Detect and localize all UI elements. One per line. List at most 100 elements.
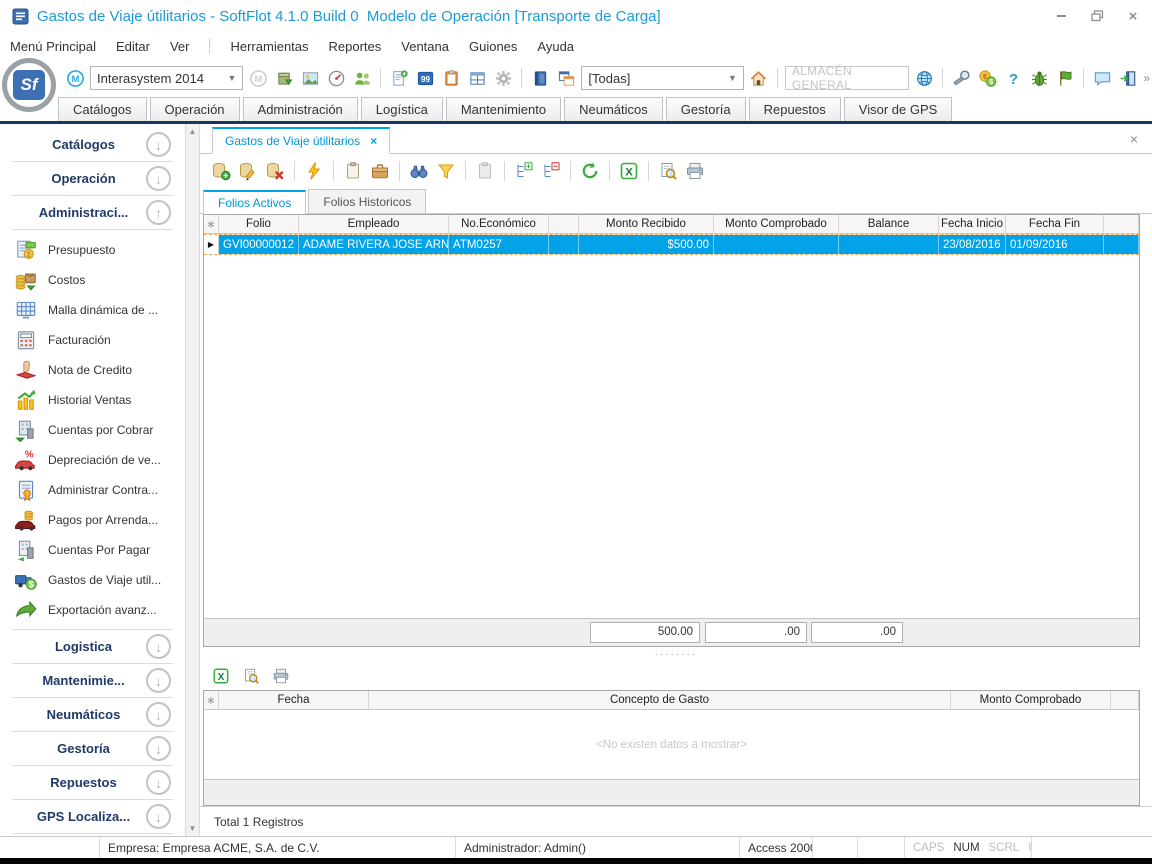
- cell-monto-comprobado[interactable]: [714, 235, 839, 254]
- sidebar-section-repuestos[interactable]: Repuestos ↓: [12, 766, 173, 800]
- excel-icon[interactable]: X: [210, 665, 232, 687]
- cell-balance[interactable]: [839, 235, 939, 254]
- help-icon[interactable]: ?: [1002, 67, 1024, 89]
- header-monto-comprobado[interactable]: Monto Comprobado: [951, 691, 1111, 710]
- collapse-arrow-icon[interactable]: ↓: [146, 804, 171, 829]
- sidebar-item-historial-ventas[interactable]: Historial Ventas: [12, 385, 173, 415]
- sidebar-item-presupuesto[interactable]: 1Presupuesto: [12, 235, 173, 265]
- module-icon[interactable]: M: [64, 67, 86, 89]
- header-empleado[interactable]: Empleado: [299, 215, 449, 234]
- header-fecha-inicio[interactable]: Fecha Inicio: [939, 215, 1006, 234]
- tab-visor-gps[interactable]: Visor de GPS: [844, 97, 953, 121]
- sidebar-section-neumaticos[interactable]: Neumáticos ↓: [12, 698, 173, 732]
- header-folio[interactable]: Folio: [219, 215, 299, 234]
- print-preview-icon[interactable]: [240, 665, 262, 687]
- picture-icon[interactable]: [299, 67, 321, 89]
- cell-fecha-inicio[interactable]: 23/08/2016: [939, 235, 1006, 254]
- sidebar-item-pagos-arrendamiento[interactable]: Pagos por Arrenda...: [12, 505, 173, 535]
- edit-record-icon[interactable]: [237, 160, 259, 182]
- collapse-arrow-icon[interactable]: ↓: [146, 166, 171, 191]
- filter-select[interactable]: [Todas]▼: [581, 66, 743, 90]
- cascade-windows-icon[interactable]: [555, 67, 577, 89]
- tab-catalogos[interactable]: Catálogos: [58, 97, 147, 121]
- currency-icon[interactable]: €$: [976, 67, 998, 89]
- sidebar-item-exportacion[interactable]: Exportación avanz...: [12, 595, 173, 625]
- sidebar-section-gps[interactable]: GPS Localiza... ↓: [12, 800, 173, 834]
- globe-icon[interactable]: [913, 67, 935, 89]
- collapse-arrow-icon[interactable]: ↓: [146, 702, 171, 727]
- menu-ventana[interactable]: Ventana: [401, 39, 449, 54]
- splitter-up-icon[interactable]: ▲: [189, 127, 197, 136]
- warehouse-input[interactable]: ALMACÉN GENERAL: [785, 66, 909, 90]
- toolbar-overflow-icon[interactable]: »: [1143, 71, 1148, 85]
- horizontal-splitter[interactable]: ········: [200, 647, 1152, 662]
- restore-button-icon[interactable]: [1090, 9, 1104, 23]
- minimize-button-icon[interactable]: [1054, 9, 1068, 23]
- chat-icon[interactable]: [1091, 67, 1113, 89]
- print-icon[interactable]: [684, 160, 706, 182]
- menu-ayuda[interactable]: Ayuda: [537, 39, 574, 54]
- menu-editar[interactable]: Editar: [116, 39, 150, 54]
- table-icon[interactable]: [466, 67, 488, 89]
- cell-monto-recibido[interactable]: $500.00: [579, 235, 714, 254]
- header-concepto-gasto[interactable]: Concepto de Gasto: [369, 691, 951, 710]
- table-row-selected[interactable]: ▶ GVI00000012 ADAME RIVERA JOSE ARNOLDO …: [204, 234, 1139, 255]
- sidebar-item-costos[interactable]: Costos: [12, 265, 173, 295]
- company-select[interactable]: Interasystem 2014▼: [90, 66, 243, 90]
- menu-ver[interactable]: Ver: [170, 39, 190, 54]
- header-fecha[interactable]: Fecha: [219, 691, 369, 710]
- exit-icon[interactable]: [1117, 67, 1139, 89]
- menu-reportes[interactable]: Reportes: [329, 39, 382, 54]
- tab-close-icon[interactable]: ×: [370, 134, 377, 148]
- tree-expand-icon[interactable]: [513, 160, 535, 182]
- filter-icon[interactable]: [435, 160, 457, 182]
- close-button-icon[interactable]: ×: [1126, 9, 1140, 23]
- cell-folio[interactable]: GVI00000012: [219, 235, 299, 254]
- badge-99-icon[interactable]: 99: [414, 67, 436, 89]
- tab-neumaticos[interactable]: Neumáticos: [564, 97, 663, 121]
- bug-icon[interactable]: [1028, 67, 1050, 89]
- excel-icon[interactable]: X: [618, 160, 640, 182]
- sidebar-section-logistica[interactable]: Logistica ↓: [12, 630, 173, 664]
- header-fecha-fin[interactable]: Fecha Fin: [1006, 215, 1104, 234]
- header-blank[interactable]: [549, 215, 579, 234]
- sidebar-section-mantenimiento[interactable]: Mantenimie... ↓: [12, 664, 173, 698]
- sidebar-item-facturacion[interactable]: Facturación: [12, 325, 173, 355]
- cell-fecha-fin[interactable]: 01/09/2016: [1006, 235, 1104, 254]
- sidebar-section-gestoria[interactable]: Gestoría ↓: [12, 732, 173, 766]
- tab-mantenimiento[interactable]: Mantenimiento: [446, 97, 561, 121]
- menu-menu-principal[interactable]: Menú Principal: [10, 39, 96, 54]
- cell-no-economico[interactable]: ATM0257: [449, 235, 549, 254]
- sidebar-item-depreciacion[interactable]: %Depreciación de ve...: [12, 445, 173, 475]
- refresh-icon[interactable]: [579, 160, 601, 182]
- collapse-arrow-icon[interactable]: ↓: [146, 668, 171, 693]
- subtab-folios-historicos[interactable]: Folios Historicos: [308, 189, 426, 213]
- tab-gestoria[interactable]: Gestoría: [666, 97, 746, 121]
- collapse-arrow-icon[interactable]: ↓: [146, 770, 171, 795]
- sidebar-item-cuentas-cobrar[interactable]: Cuentas por Cobrar: [12, 415, 173, 445]
- header-monto-recibido[interactable]: Monto Recibido: [579, 215, 714, 234]
- subtab-folios-activos[interactable]: Folios Activos: [203, 190, 306, 214]
- cell-blank[interactable]: [549, 235, 579, 254]
- new-document-icon[interactable]: [388, 67, 410, 89]
- menu-herramientas[interactable]: Herramientas: [230, 39, 308, 54]
- sidebar-item-cuentas-pagar[interactable]: Cuentas Por Pagar: [12, 535, 173, 565]
- grid-empty-space[interactable]: [204, 255, 1139, 618]
- sidebar-item-gastos-viaje[interactable]: $Gastos de Viaje util...: [12, 565, 173, 595]
- splitter-down-icon[interactable]: ▼: [189, 824, 197, 833]
- sidebar-splitter[interactable]: ▲ ▼: [185, 124, 200, 836]
- header-balance[interactable]: Balance: [839, 215, 939, 234]
- cell-empleado[interactable]: ADAME RIVERA JOSE ARNOLDO: [299, 235, 449, 254]
- sidebar-section-operacion[interactable]: Operación ↓: [12, 162, 173, 196]
- sidebar-item-administrar-contratos[interactable]: Administrar Contra...: [12, 475, 173, 505]
- archive-box-icon[interactable]: [273, 67, 295, 89]
- users-icon[interactable]: [351, 67, 373, 89]
- flag-icon[interactable]: [1054, 67, 1076, 89]
- home-icon[interactable]: [748, 67, 770, 89]
- gear-icon[interactable]: [492, 67, 514, 89]
- clipboard-icon[interactable]: [342, 160, 364, 182]
- expand-arrow-icon[interactable]: ↑: [146, 200, 171, 225]
- tab-repuestos[interactable]: Repuestos: [749, 97, 841, 121]
- briefcase-icon[interactable]: [369, 160, 391, 182]
- document-tab-gastos-viaje[interactable]: Gastos de Viaje útilitarios ×: [212, 127, 390, 154]
